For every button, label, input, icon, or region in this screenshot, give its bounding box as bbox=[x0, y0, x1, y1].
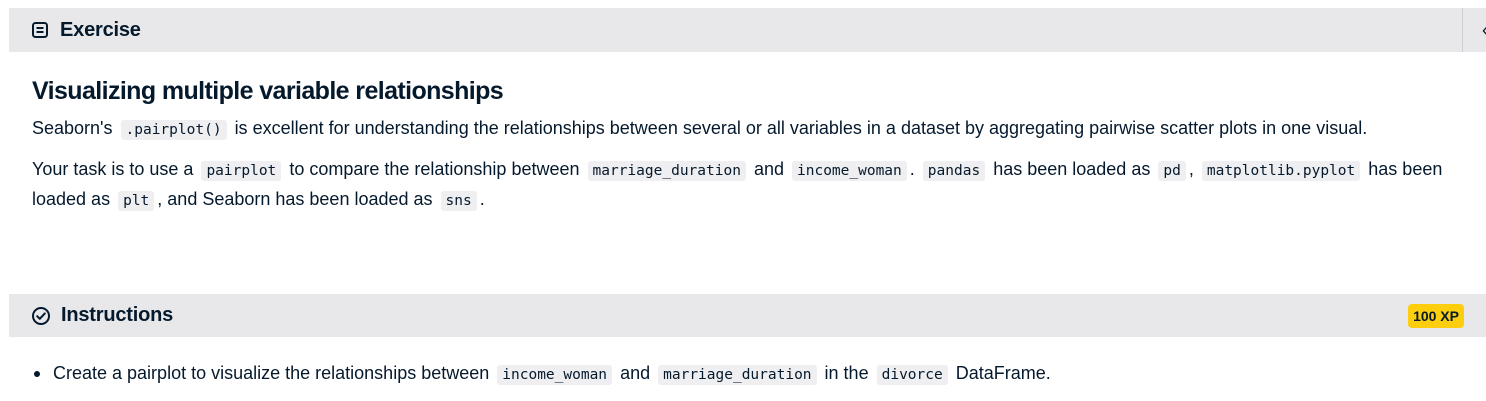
text: in the bbox=[824, 363, 869, 383]
top-strip bbox=[0, 0, 1486, 8]
exercise-task: Your task is to use a pairplot to compar… bbox=[32, 155, 1472, 215]
list-item: Create a pairplot to visualize the relat… bbox=[32, 359, 1472, 389]
inline-code: plt bbox=[118, 191, 155, 211]
text: and bbox=[620, 363, 651, 383]
chevron-left-icon[interactable]: ‹ bbox=[1482, 20, 1486, 41]
bullet bbox=[34, 371, 40, 377]
text: , bbox=[1188, 159, 1194, 179]
text: has been loaded as bbox=[993, 159, 1151, 179]
inline-code: pd bbox=[1158, 161, 1186, 181]
collapse-panel-button[interactable]: ‹ bbox=[1462, 8, 1486, 52]
instructions-header-title: Instructions bbox=[61, 304, 174, 326]
exercise-header: Exercise ‹ bbox=[9, 8, 1486, 52]
text: . bbox=[909, 159, 915, 179]
text: to compare the relationship between bbox=[289, 159, 580, 179]
check-circle-icon bbox=[31, 306, 51, 326]
document-icon bbox=[31, 21, 49, 39]
inline-code: income_woman bbox=[497, 365, 613, 385]
text: DataFrame. bbox=[955, 363, 1051, 383]
text: and bbox=[753, 159, 784, 179]
inline-code: sns bbox=[440, 191, 477, 211]
text: Create a pairplot to visualize the relat… bbox=[53, 363, 490, 383]
exercise-content: Visualizing multiple variable relationsh… bbox=[32, 74, 1472, 215]
inline-code: divorce bbox=[876, 365, 948, 385]
inline-code: income_woman bbox=[792, 161, 907, 181]
inline-code: matplotlib.pyplot bbox=[1201, 161, 1361, 181]
text: . bbox=[479, 189, 485, 209]
inline-code: .pairplot() bbox=[120, 120, 227, 140]
inline-code: marriage_duration bbox=[587, 161, 746, 181]
inline-code: pandas bbox=[922, 161, 986, 181]
text: Your task is to use a bbox=[32, 159, 194, 179]
text: is excellent for understanding the relat… bbox=[234, 118, 1368, 138]
inline-code: marriage_duration bbox=[658, 365, 817, 385]
text: Seaborn's bbox=[32, 118, 113, 138]
exercise-title: Visualizing multiple variable relationsh… bbox=[32, 77, 504, 105]
xp-badge: 100 XP bbox=[1408, 304, 1464, 328]
exercise-header-title: Exercise bbox=[60, 18, 141, 41]
text: , and Seaborn has been loaded as bbox=[157, 189, 433, 209]
instructions-list: Create a pairplot to visualize the relat… bbox=[32, 359, 1472, 389]
instructions-header: Instructions 100 XP bbox=[9, 294, 1486, 337]
inline-code: pairplot bbox=[201, 161, 282, 181]
exercise-description: Seaborn's .pairplot() is excellent for u… bbox=[32, 114, 1472, 144]
